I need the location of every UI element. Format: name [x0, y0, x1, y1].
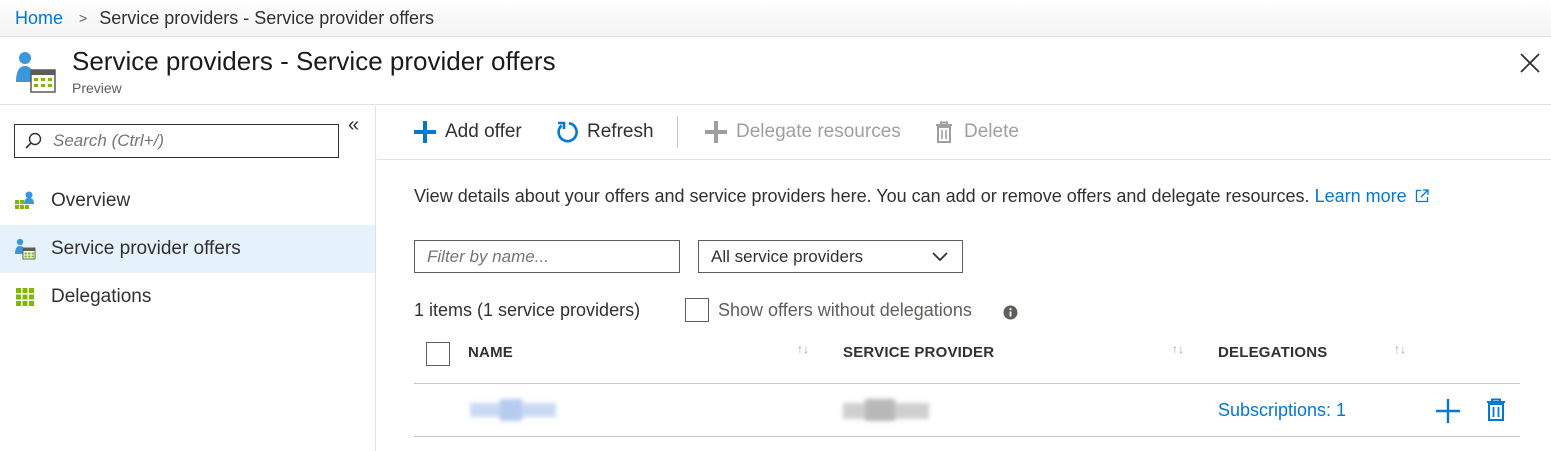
search-input[interactable] — [53, 131, 323, 151]
show-without-delegations-label: Show offers without delegations — [718, 300, 972, 320]
breadcrumb: Home > Service providers - Service provi… — [0, 0, 1551, 37]
filter-by-name-box[interactable] — [414, 240, 680, 273]
sidebar-item-label: Delegations — [51, 286, 152, 307]
plus-icon — [414, 121, 436, 143]
blade-header: Service providers - Service provider off… — [0, 38, 1551, 105]
plus-icon — [705, 121, 727, 143]
redacted-offer-name[interactable] — [470, 399, 556, 421]
add-offer-label: Add offer — [445, 121, 522, 142]
overview-icon — [15, 191, 34, 209]
delegate-resources-label: Delegate resources — [736, 121, 901, 142]
select-all-checkbox[interactable] — [426, 342, 450, 366]
chevron-down-icon — [932, 252, 948, 262]
double-chevron-left-icon[interactable]: « — [348, 114, 359, 137]
sidebar-item-overview[interactable]: Overview — [0, 177, 375, 225]
delegations-grid-icon — [16, 288, 34, 306]
sidebar-item-service-provider-offers[interactable]: Service provider offers — [0, 225, 375, 273]
trash-icon[interactable] — [1486, 398, 1506, 422]
command-bar: Add offer Refresh Delegate resources Del… — [377, 106, 1551, 160]
sort-arrows-icon[interactable]: ↑↓ — [1172, 342, 1184, 356]
sort-arrows-icon[interactable]: ↑↓ — [797, 342, 809, 356]
description-text: View details about your offers and servi… — [414, 186, 1429, 207]
service-provider-offers-icon — [15, 238, 36, 260]
close-icon[interactable] — [1517, 50, 1543, 76]
page-title: Service providers - Service provider off… — [72, 46, 556, 76]
page-subtitle: Preview — [72, 80, 122, 96]
service-provider-dropdown[interactable]: All service providers — [698, 240, 963, 273]
description-body: View details about your offers and servi… — [414, 186, 1310, 206]
column-header-service-provider[interactable]: SERVICE PROVIDER — [843, 344, 994, 361]
redacted-service-provider — [843, 399, 929, 421]
refresh-button[interactable]: Refresh — [555, 120, 654, 144]
show-without-delegations-checkbox[interactable] — [685, 298, 709, 322]
column-header-name[interactable]: NAME — [468, 344, 513, 361]
sidebar-item-delegations[interactable]: Delegations — [0, 273, 375, 321]
info-icon[interactable] — [1003, 305, 1018, 320]
learn-more-label: Learn more — [1314, 186, 1407, 206]
service-provider-offers-icon — [16, 52, 56, 93]
column-header-delegations[interactable]: DELEGATIONS — [1218, 344, 1327, 361]
external-link-icon — [1415, 189, 1429, 203]
subscriptions-link[interactable]: Subscriptions: 1 — [1218, 400, 1346, 421]
sort-arrows-icon[interactable]: ↑↓ — [1394, 342, 1406, 356]
learn-more-link[interactable]: Learn more — [1315, 186, 1429, 206]
table-row-divider — [414, 436, 1520, 437]
plus-icon[interactable] — [1435, 398, 1461, 424]
delete-button[interactable]: Delete — [932, 120, 1019, 144]
breadcrumb-current: Service providers - Service provider off… — [99, 7, 434, 28]
add-offer-button[interactable]: Add offer — [413, 120, 522, 144]
search-icon — [25, 132, 42, 149]
trash-icon — [936, 121, 952, 143]
toolbar-divider — [677, 116, 678, 148]
delete-label: Delete — [964, 121, 1019, 142]
refresh-label: Refresh — [587, 121, 654, 142]
sidebar-item-label: Overview — [51, 190, 131, 211]
search-box[interactable] — [14, 124, 339, 158]
sidebar-item-label: Service provider offers — [51, 238, 241, 259]
filter-by-name-input[interactable] — [427, 241, 667, 272]
left-nav: « Overview Service provider offers Deleg… — [0, 106, 376, 451]
dropdown-value: All service providers — [711, 246, 864, 266]
refresh-icon — [557, 121, 578, 143]
table-header-divider — [414, 383, 1520, 384]
items-count: 1 items (1 service providers) — [414, 300, 641, 320]
delegate-resources-button[interactable]: Delegate resources — [704, 120, 901, 144]
breadcrumb-home-link[interactable]: Home — [15, 8, 63, 29]
breadcrumb-separator: > — [79, 10, 88, 26]
